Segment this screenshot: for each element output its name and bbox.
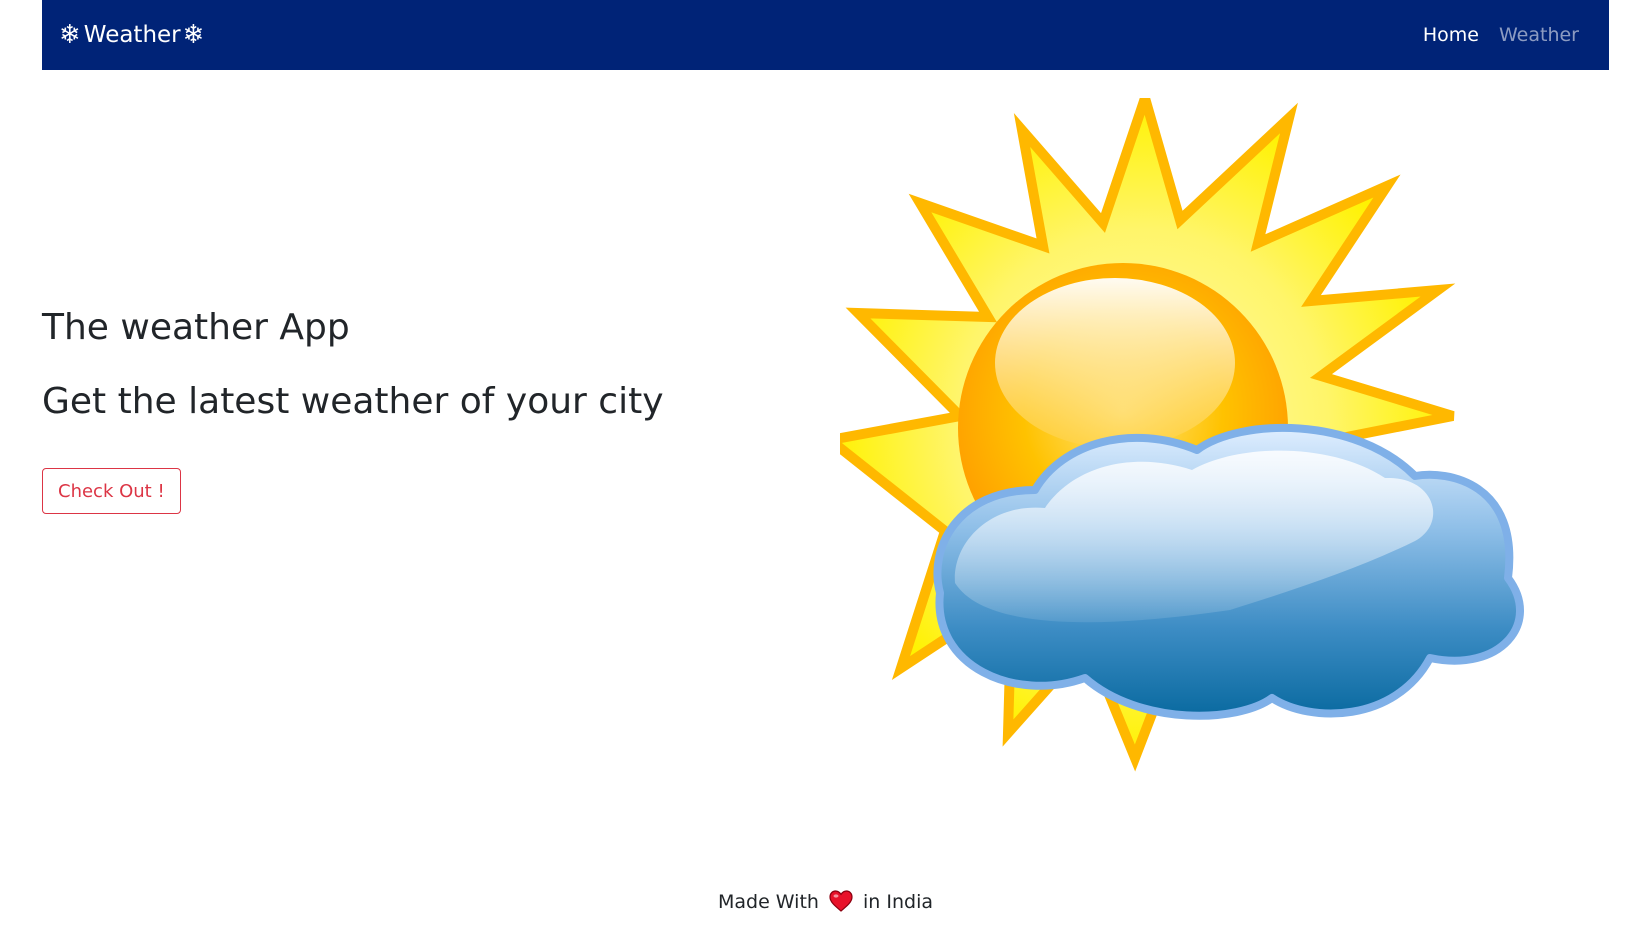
hero-text: The weather App Get the latest weather o… [42, 300, 802, 430]
page-subtitle: Get the latest weather of your city [42, 381, 664, 422]
nav-link-weather[interactable]: Weather [1499, 24, 1579, 46]
footer-text-after: in India [863, 891, 934, 913]
navbar: ❄ Weather ❄ Home Weather [42, 0, 1609, 70]
page-title: The weather App [42, 307, 350, 348]
footer: Made With in India [0, 890, 1651, 917]
brand-label: Weather [83, 22, 181, 48]
heart-icon [829, 890, 853, 917]
footer-text-before: Made With [717, 891, 819, 913]
nav-link-home[interactable]: Home [1423, 24, 1479, 46]
snowflake-icon: ❄ [59, 20, 81, 50]
brand-link[interactable]: ❄ Weather ❄ [59, 0, 204, 70]
weather-illustration-svg [840, 98, 1524, 772]
check-out-button[interactable]: Check Out ! [42, 468, 181, 514]
sun-cloud-illustration [840, 98, 1615, 808]
snowflake-icon: ❄ [182, 20, 205, 50]
nav-links: Home Weather [1423, 0, 1579, 70]
